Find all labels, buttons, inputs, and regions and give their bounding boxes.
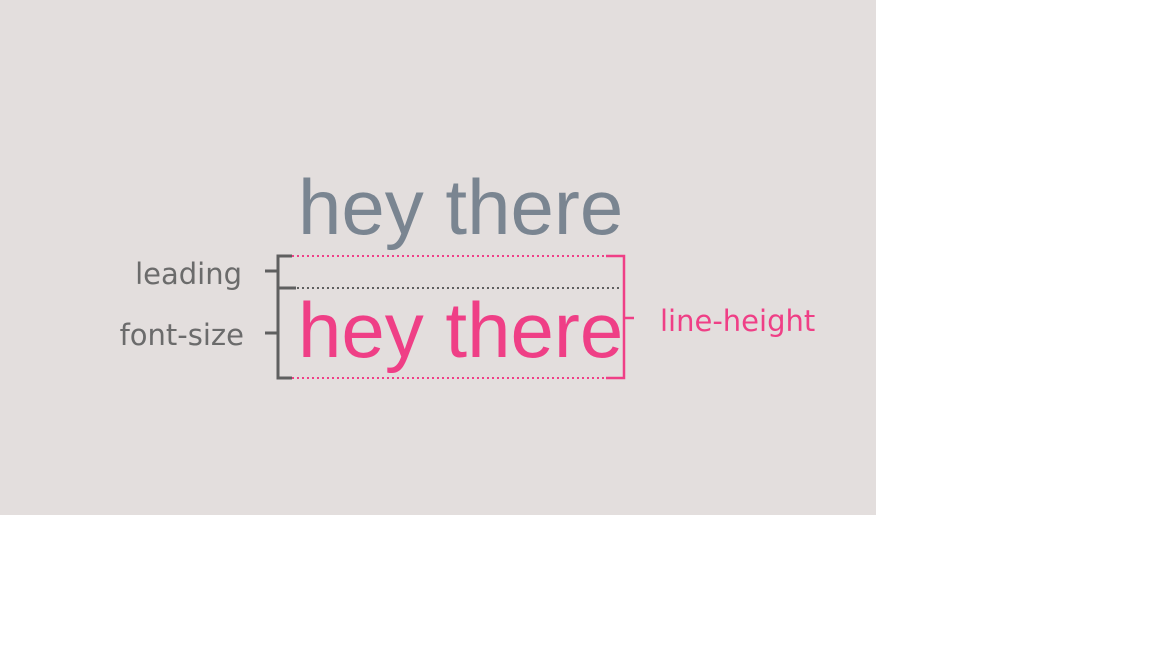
line-height-label: line-height bbox=[660, 304, 815, 338]
leading-label: leading bbox=[135, 257, 242, 291]
top-sample-text: hey there bbox=[298, 163, 623, 251]
font-size-label: font-size bbox=[120, 318, 244, 352]
left-bracket bbox=[276, 254, 292, 380]
line-height-diagram: hey there hey there leading font-size li… bbox=[120, 163, 815, 380]
page: hey there hey there leading font-size li… bbox=[0, 0, 1152, 648]
bottom-sample-text: hey there bbox=[298, 286, 623, 374]
